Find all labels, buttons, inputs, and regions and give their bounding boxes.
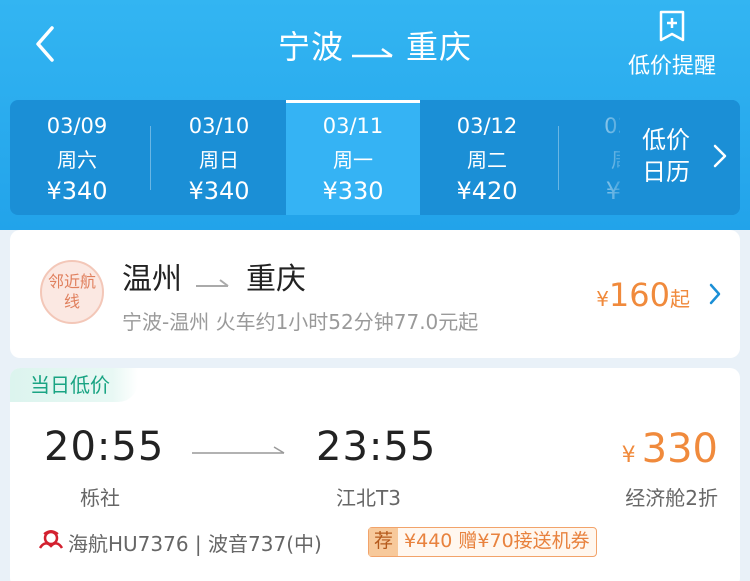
date-price: ¥420	[456, 177, 518, 205]
nearby-destination: 重庆	[246, 262, 306, 297]
price-alert-button[interactable]: 低价提醒	[622, 10, 722, 80]
currency-symbol: ¥	[596, 287, 609, 311]
nearby-price: ¥160起	[596, 276, 690, 314]
date-price: ¥340	[46, 177, 108, 205]
date-price: ¥340	[188, 177, 250, 205]
low-price-calendar-button[interactable]: 低价日历	[620, 100, 740, 215]
nearby-route-card[interactable]: 邻近航线 温州 重庆 宁波-温州 火车约1小时52分钟77.0元起 ¥160起	[10, 230, 740, 358]
nearby-route-description: 宁波-温州 火车约1小时52分钟77.0元起	[122, 310, 479, 334]
arrival-airport: 江北T3	[336, 486, 401, 510]
airline-info: 海航HU7376 | 波音737(中)	[68, 532, 322, 556]
arrow-right-icon	[352, 30, 398, 68]
chevron-right-icon	[713, 144, 727, 168]
date-strip: 03/09 周六 ¥340 03/10 周日 ¥340 03/11 周一 ¥33…	[10, 100, 740, 215]
calendar-label: 低价日历	[642, 126, 690, 186]
price-value: 160	[608, 276, 670, 314]
arrow-right-icon	[196, 263, 232, 298]
promo-text: ¥440 赠¥70接送机券	[404, 530, 590, 552]
nearby-route-badge: 邻近航线	[40, 260, 104, 324]
cabin-class: 经济舱2折	[625, 486, 718, 510]
nearby-origin: 温州	[122, 262, 182, 297]
date-label: 03/09	[46, 114, 108, 138]
currency-symbol: ¥	[621, 443, 636, 468]
date-item[interactable]: 03/09 周六 ¥340	[10, 100, 144, 215]
date-label: 03/12	[456, 114, 518, 138]
promo-badge: 荐 ¥440 赠¥70接送机券	[368, 527, 597, 557]
divider	[150, 126, 151, 190]
weekday-label: 周六	[57, 148, 97, 172]
origin-city: 宁波	[277, 28, 344, 66]
date-item[interactable]: 03/12 周二 ¥420	[420, 100, 554, 215]
airline-logo-icon	[38, 530, 64, 549]
flight-card[interactable]: 当日低价 20:55 23:55 栎社 江北T3 ¥330 经济舱2折 海航HU…	[10, 368, 740, 581]
departure-time: 20:55	[44, 424, 165, 470]
price-suffix: 起	[670, 287, 690, 311]
weekday-label: 周日	[199, 148, 239, 172]
arrow-right-icon	[192, 446, 285, 454]
flight-price: ¥330	[622, 426, 718, 472]
date-label: 03/10	[188, 114, 250, 138]
bell-plus-icon	[659, 10, 685, 42]
chevron-right-icon	[709, 283, 721, 305]
top-bar: 宁波 重庆 低价提醒	[0, 0, 750, 92]
nearby-route-title: 温州 重庆	[122, 254, 306, 298]
arrival-time: 23:55	[316, 424, 437, 470]
weekday-label: 周一	[333, 148, 373, 172]
weekday-label: 周二	[467, 148, 507, 172]
recommend-tag: 荐	[369, 528, 399, 556]
date-item-selected[interactable]: 03/11 周一 ¥330	[286, 100, 420, 215]
lowest-price-tag: 当日低价	[10, 368, 138, 402]
date-label: 03/11	[322, 114, 384, 138]
price-value: 330	[641, 426, 718, 472]
date-item[interactable]: 03/10 周日 ¥340	[152, 100, 286, 215]
date-price: ¥330	[322, 177, 384, 205]
departure-airport: 栎社	[80, 486, 120, 510]
price-alert-label: 低价提醒	[627, 54, 716, 79]
destination-city: 重庆	[406, 28, 473, 66]
